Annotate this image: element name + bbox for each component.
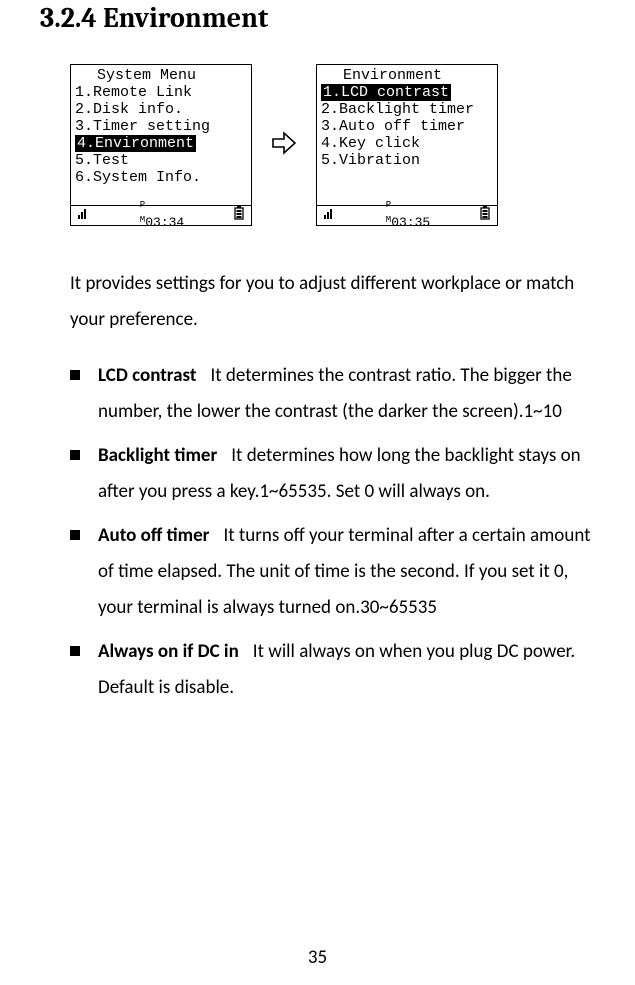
battery-icon	[233, 206, 245, 224]
device-screen-left: System Menu 1.Remote Link2.Disk info.3.T…	[70, 64, 252, 226]
item-term: Auto off timer	[98, 524, 209, 547]
list-item: LCD contrastIt determines the contrast r…	[70, 358, 595, 430]
page-number: 35	[0, 946, 635, 969]
list-item: Backlight timerIt determines how long th…	[70, 438, 595, 510]
item-term: Always on if DC in	[98, 640, 239, 663]
menu-item: 1.Remote Link	[75, 84, 251, 101]
item-term: LCD contrast	[98, 364, 196, 387]
bullet-list: LCD contrastIt determines the contrast r…	[70, 358, 595, 706]
menu-item: 5.Vibration	[321, 152, 497, 169]
menu-item: 5.Test	[75, 152, 251, 169]
screenshots-row: System Menu 1.Remote Link2.Disk info.3.T…	[70, 64, 595, 226]
menu-item: 3.Timer setting	[75, 118, 251, 135]
intro-paragraph: It provides settings for you to adjust d…	[70, 266, 595, 338]
screen2-time: PM03:35	[386, 200, 430, 227]
menu-item: 6.System Info.	[75, 169, 251, 186]
list-item: Auto off timerIt turns off your terminal…	[70, 518, 595, 626]
screen2-statusbar: PM03:35	[317, 205, 497, 223]
menu-item: 1.LCD contrast	[321, 84, 497, 101]
signal-icon	[77, 206, 91, 224]
menu-item: 2.Backlight timer	[321, 101, 497, 118]
menu-item: 3.Auto off timer	[321, 118, 497, 135]
battery-icon	[479, 206, 491, 224]
screen2-title: Environment	[321, 67, 497, 84]
screen1-time: PM03:34	[140, 200, 184, 227]
list-item: Always on if DC inIt will always on when…	[70, 634, 595, 706]
menu-item: 2.Disk info.	[75, 101, 251, 118]
menu-item: 4.Key click	[321, 135, 497, 152]
signal-icon	[323, 206, 337, 224]
screen1-statusbar: PM03:34	[71, 205, 251, 223]
device-screen-right: Environment 1.LCD contrast2.Backlight ti…	[316, 64, 498, 226]
menu-item: 4.Environment	[75, 135, 251, 152]
section-heading: 3.2.4 Environment	[40, 0, 595, 34]
arrow-right-icon	[270, 129, 298, 162]
screen1-title: System Menu	[75, 67, 251, 84]
item-term: Backlight timer	[98, 444, 217, 467]
